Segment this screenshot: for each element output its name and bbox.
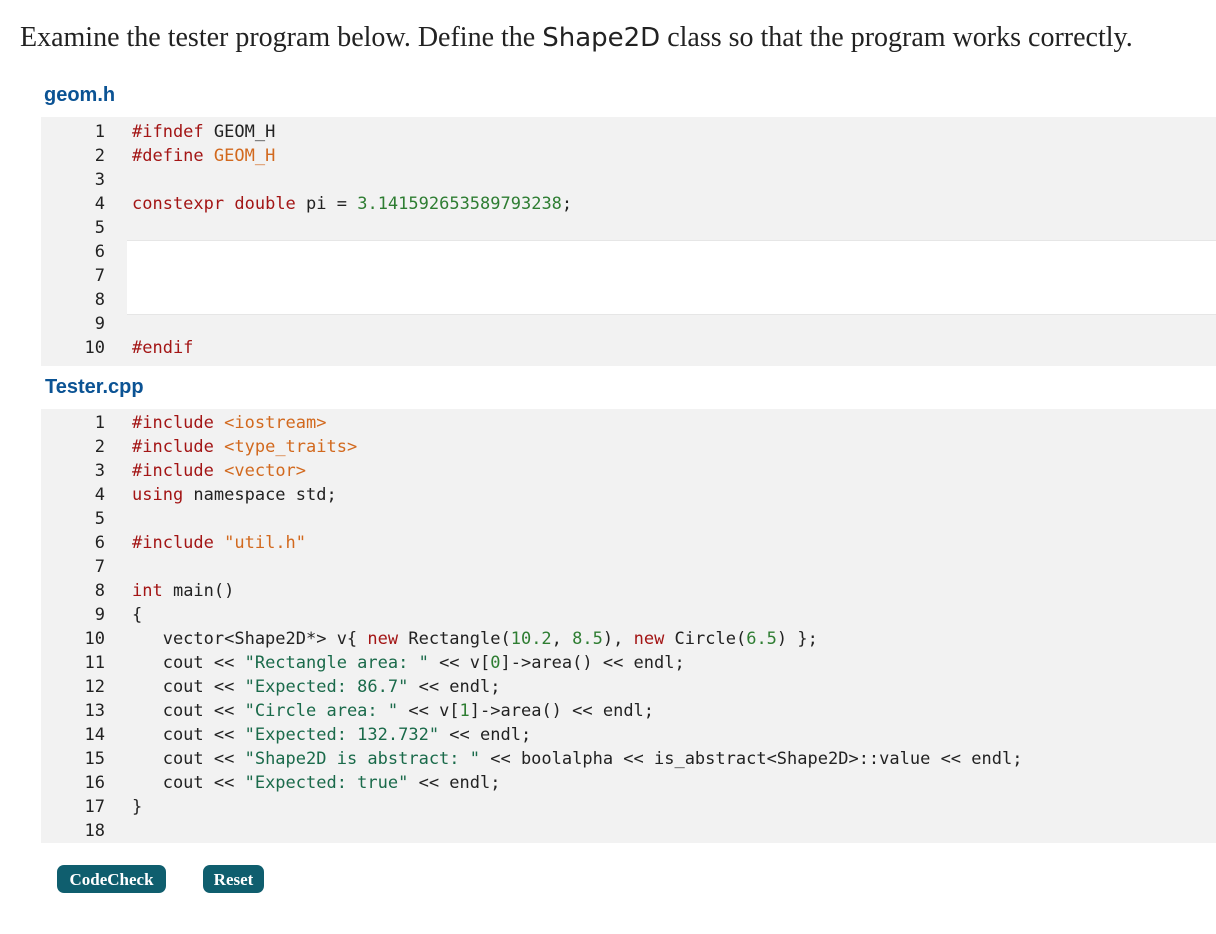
geom-lines: 1 #ifndef GEOM_H 2 #define GEOM_H 3 4 const… xyxy=(41,120,1216,360)
line-number: 8 xyxy=(94,581,105,601)
code-text: cout << "Shape2D is abstract: " << boola… xyxy=(132,749,1023,769)
instructions-before: Examine the tester program below. Define… xyxy=(20,22,543,53)
code-text: #define GEOM_H xyxy=(132,146,276,166)
code-text: cout << "Circle area: " << v[1]->area() … xyxy=(132,701,655,721)
code-line: 9{ xyxy=(41,603,1216,627)
tester-code-block: 1 #include <iostream> 2 #include <type_tra… xyxy=(41,409,1216,843)
instructions-class-name: Shape2D xyxy=(542,23,661,53)
line-number: 11 xyxy=(84,653,105,673)
code-line: 4 constexpr double pi = 3.141592653589793… xyxy=(41,192,1216,216)
code-line: 6 xyxy=(41,240,1216,264)
reset-button[interactable]: Reset xyxy=(203,865,264,893)
line-number: 6 xyxy=(94,533,105,553)
line-number: 10 xyxy=(84,338,105,358)
code-line: 7 xyxy=(41,555,1216,579)
line-number: 9 xyxy=(94,314,105,334)
line-number: 1 xyxy=(94,413,105,433)
line-number: 14 xyxy=(84,725,105,745)
geom-code-block: 1 #ifndef GEOM_H 2 #define GEOM_H 3 4 const… xyxy=(41,117,1216,366)
code-text: #include <type_traits> xyxy=(132,437,358,457)
geom-filename: geom.h xyxy=(44,84,116,106)
code-line: 2 #include <type_traits> xyxy=(41,435,1216,459)
line-number: 8 xyxy=(94,290,105,310)
line-number: 18 xyxy=(84,821,105,841)
instructions: Examine the tester program below. Define… xyxy=(20,18,1133,58)
code-text: cout << "Expected: 132.732" << endl; xyxy=(132,725,532,745)
code-text: constexpr double pi = 3.1415926535897932… xyxy=(132,194,573,214)
code-text: vector<Shape2D*> v{ new Rectangle(10.2, … xyxy=(132,629,818,649)
code-line: 6 #include "util.h" xyxy=(41,531,1216,555)
code-line: 12 cout << "Expected: 86.7" << endl; xyxy=(41,675,1216,699)
line-number: 5 xyxy=(94,218,105,238)
line-number: 6 xyxy=(94,242,105,262)
line-number: 3 xyxy=(94,461,105,481)
instructions-after: class so that the program works correctl… xyxy=(660,22,1133,53)
code-line: 17} xyxy=(41,795,1216,819)
code-line: 3 xyxy=(41,168,1216,192)
line-number: 12 xyxy=(84,677,105,697)
code-text: } xyxy=(132,797,143,817)
tester-filename: Tester.cpp xyxy=(45,376,144,398)
line-number: 2 xyxy=(94,437,105,457)
line-number: 9 xyxy=(94,605,105,625)
code-text: cout << "Rectangle area: " << v[0]->area… xyxy=(132,653,685,673)
line-number: 10 xyxy=(84,629,105,649)
tester-lines: 1 #include <iostream> 2 #include <type_tra… xyxy=(41,411,1216,843)
line-number: 4 xyxy=(94,485,105,505)
code-line: 1 #ifndef GEOM_H xyxy=(41,120,1216,144)
line-number: 5 xyxy=(94,509,105,529)
code-line: 5 xyxy=(41,507,1216,531)
line-number: 16 xyxy=(84,773,105,793)
code-line: 18 xyxy=(41,819,1216,843)
line-number: 1 xyxy=(94,122,105,142)
code-text: #endif xyxy=(132,338,194,358)
line-number: 3 xyxy=(94,170,105,190)
code-text: cout << "Expected: 86.7" << endl; xyxy=(132,677,501,697)
line-number: 17 xyxy=(84,797,105,817)
code-text: cout << "Expected: true" << endl; xyxy=(132,773,501,793)
line-number: 13 xyxy=(84,701,105,721)
code-line: 10 #endif xyxy=(41,336,1216,360)
code-text: #include <vector> xyxy=(132,461,307,481)
code-line: 8 xyxy=(41,288,1216,312)
code-text: #ifndef GEOM_H xyxy=(132,122,276,142)
code-line: 10 vector<Shape2D*> v{ new Rectangle(10.… xyxy=(41,627,1216,651)
code-line: 16 cout << "Expected: true" << endl; xyxy=(41,771,1216,795)
code-line: 15 cout << "Shape2D is abstract: " << bo… xyxy=(41,747,1216,771)
code-text: using namespace std; xyxy=(132,485,337,505)
code-line: 9 xyxy=(41,312,1216,336)
code-line: 11 cout << "Rectangle area: " << v[0]->a… xyxy=(41,651,1216,675)
code-line: 2 #define GEOM_H xyxy=(41,144,1216,168)
code-line: 5 xyxy=(41,216,1216,240)
code-line: 14 cout << "Expected: 132.732" << endl; xyxy=(41,723,1216,747)
line-number: 2 xyxy=(94,146,105,166)
line-number: 7 xyxy=(94,266,105,286)
code-line: 3 #include <vector> xyxy=(41,459,1216,483)
code-text: { xyxy=(132,605,143,625)
code-text: int main() xyxy=(132,581,235,601)
code-line: 7 xyxy=(41,264,1216,288)
codecheck-button[interactable]: CodeCheck xyxy=(57,865,166,893)
line-number: 7 xyxy=(94,557,105,577)
code-line: 4 using namespace std; xyxy=(41,483,1216,507)
code-line: 8 int main() xyxy=(41,579,1216,603)
code-text: #include "util.h" xyxy=(132,533,307,553)
code-line: 13 cout << "Circle area: " << v[1]->area… xyxy=(41,699,1216,723)
line-number: 4 xyxy=(94,194,105,214)
code-text: #include <iostream> xyxy=(132,413,327,433)
code-line: 1 #include <iostream> xyxy=(41,411,1216,435)
line-number: 15 xyxy=(84,749,105,769)
